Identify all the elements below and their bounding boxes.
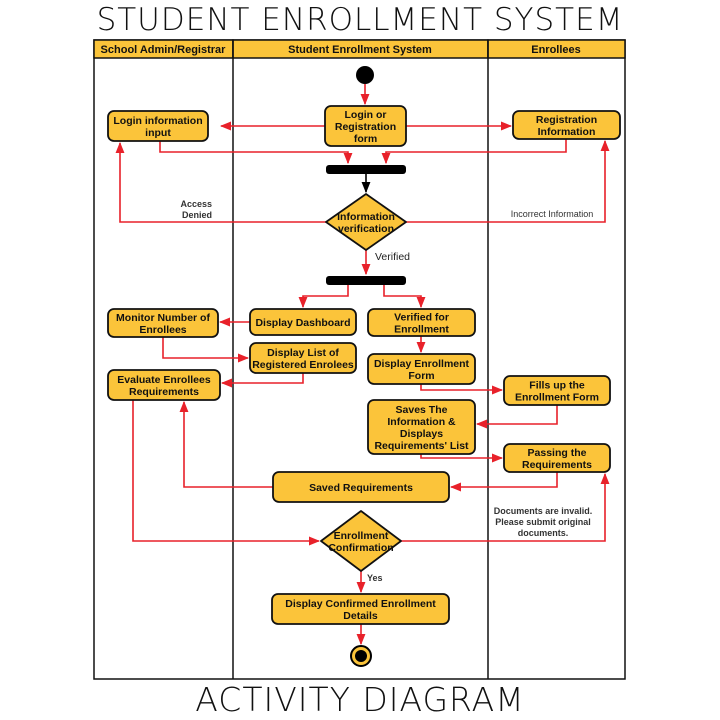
- node-label: Evaluate Enrollees: [117, 374, 211, 386]
- edge-label-enroll-confirm-to-display-confirmed: Yes: [367, 573, 383, 583]
- node-label: Login information: [113, 115, 202, 127]
- node-label: Login or: [345, 109, 387, 121]
- node-label: Saves The: [396, 404, 448, 416]
- node-label: Details: [343, 610, 378, 622]
- sync-bar: [326, 276, 406, 285]
- node-label: Information: [337, 211, 395, 223]
- edge-label-info-verify-to-fork1: Verified: [375, 251, 410, 263]
- node-label: Registration: [536, 114, 597, 126]
- node-label: input: [145, 127, 171, 139]
- edge-label-enroll-confirm-to-passing-req: Documents are invalid.: [494, 506, 593, 516]
- node-label: Form: [408, 370, 434, 382]
- node-monitor-enrollees: Monitor Number ofEnrollees: [107, 308, 219, 338]
- edge-login_input-to-join1: [159, 141, 353, 165]
- lane-label-admin: School Admin/Registrar: [101, 44, 227, 56]
- edge-fills_form-to-saves_info: [475, 405, 558, 429]
- node-label: Registered Enrolees: [252, 359, 354, 371]
- initial-node-icon: [356, 66, 374, 84]
- node-saves-info: Saves TheInformation &DisplaysRequiremen…: [367, 399, 476, 455]
- node-label: Passing the: [528, 447, 587, 459]
- node-display-list: Display List ofRegistered Enrolees: [249, 342, 357, 374]
- edge-reg_info-to-join1: [381, 139, 567, 165]
- edge-display_list-to-evaluate_req: [220, 373, 304, 388]
- edge-label-info-verify-to-login-input: Denied: [182, 210, 212, 220]
- diagram-subtitle: ACTIVITY DIAGRAM: [195, 680, 525, 719]
- node-fork1: [326, 276, 406, 285]
- edge-monitor_enrollees-to-display_list: [162, 337, 250, 363]
- node-display-dashboard: Display Dashboard: [249, 308, 357, 336]
- edge-label-info-verify-to-reg-info: Incorrect Information: [511, 209, 594, 219]
- lane-label-system: Student Enrollment System: [288, 44, 432, 56]
- edge-label-enroll-confirm-to-passing-req: documents.: [518, 528, 569, 538]
- node-fills-form: Fills up theEnrollment Form: [503, 375, 611, 406]
- node-display-confirmed: Display Confirmed EnrollmentDetails: [271, 593, 450, 625]
- node-join1: [326, 165, 406, 174]
- node-label: Requirements: [522, 459, 592, 471]
- node-label: Enrollment Form: [515, 392, 599, 404]
- edge-fork1-to-verified_enroll: [383, 285, 426, 309]
- sync-bar: [326, 165, 406, 174]
- node-end: [350, 645, 372, 667]
- node-label: Information: [538, 126, 596, 138]
- edge-passing_req-to-saved_req: [449, 472, 558, 492]
- edge-evaluate_req-to-enroll_confirm: [132, 400, 321, 546]
- node-reg-info: RegistrationInformation: [512, 110, 621, 140]
- node-label: Confirmation: [328, 542, 393, 554]
- node-passing-req: Passing theRequirements: [503, 443, 611, 473]
- edge-label-enroll-confirm-to-passing-req: Please submit original: [495, 517, 591, 527]
- node-label: Display Enrollment: [374, 358, 470, 370]
- node-evaluate-req: Evaluate EnrolleesRequirements: [107, 369, 221, 401]
- node-login-reg-form: Login orRegistrationform: [324, 105, 407, 147]
- edge-saved_req-to-evaluate_req: [179, 400, 273, 488]
- node-label: Enrollees: [139, 324, 186, 336]
- node-label: Registration: [335, 121, 396, 133]
- node-label: Displays: [400, 428, 443, 440]
- node-verified-enroll: Verified forEnrollment: [367, 308, 476, 337]
- node-label: verification: [338, 223, 394, 235]
- activity-diagram: School Admin/Registrar Student Enrollmen…: [93, 39, 626, 680]
- node-label: Display Confirmed Enrollment: [285, 598, 436, 610]
- lane-label-enrollees: Enrollees: [531, 44, 581, 56]
- node-login-input: Login informationinput: [107, 110, 209, 142]
- nodes: Login orRegistrationformLogin informatio…: [107, 66, 621, 667]
- node-label: Requirements' List: [374, 440, 469, 452]
- node-label: Information &: [387, 416, 456, 428]
- node-info-verify: Informationverification: [325, 193, 407, 251]
- edge-fork1-to-display_dashboard: [298, 285, 349, 309]
- node-display-form: Display EnrollmentForm: [367, 353, 476, 385]
- node-label: Saved Requirements: [309, 482, 413, 494]
- node-label: Fills up the: [529, 380, 585, 392]
- node-enroll-confirm: EnrollmentConfirmation: [320, 510, 402, 572]
- node-label: Enrollment: [334, 530, 389, 542]
- edge-info_verify-to-login_input: [115, 141, 326, 223]
- node-label: Enrollment: [394, 324, 449, 336]
- node-saved-req: Saved Requirements: [272, 471, 450, 503]
- node-label: form: [354, 133, 377, 145]
- node-label: Monitor Number of: [116, 312, 210, 324]
- edge-label-info-verify-to-login-input: Access: [180, 199, 212, 209]
- node-label: Requirements: [129, 386, 199, 398]
- node-label: Display List of: [267, 347, 339, 359]
- node-start: [356, 66, 374, 84]
- node-label: Verified for: [394, 312, 449, 324]
- final-node-inner-icon: [355, 650, 367, 662]
- node-label: Display Dashboard: [255, 317, 350, 329]
